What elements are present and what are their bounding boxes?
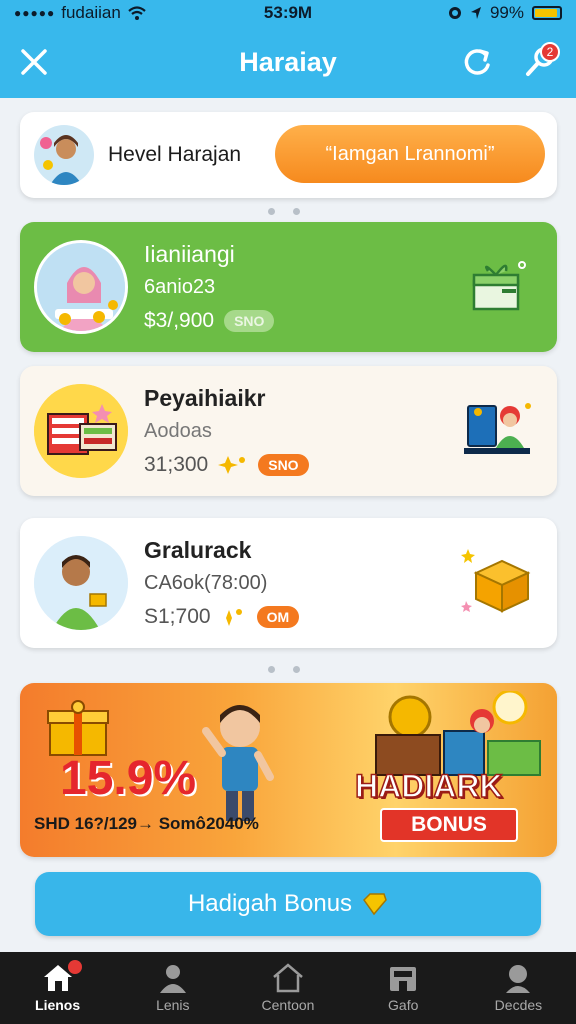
nav-item-account[interactable]: Decdes <box>461 952 576 1024</box>
offer-price: 31;300 <box>144 453 209 476</box>
account-icon <box>506 965 531 993</box>
banner-headline: HADIARK <box>354 767 503 805</box>
offer-avatar <box>34 384 128 478</box>
nav-item-store[interactable]: Gafo <box>346 952 461 1024</box>
treasure-illustration <box>375 691 541 776</box>
bottom-nav: Lienos Lenis Centoon Gafo Decdes <box>0 952 576 1024</box>
boy-illustration <box>202 705 274 821</box>
signal-icon: ●●●●● <box>14 6 56 20</box>
offer-card[interactable]: Gralurack CA6ok(78:00) S1;700 OM <box>20 518 557 648</box>
divider-dots <box>268 666 300 673</box>
avatar <box>34 125 94 185</box>
promo-text: SHD 16?/129→ Somô2040% <box>34 814 259 833</box>
battery-percent: 99% <box>489 3 524 22</box>
offer-avatar <box>34 536 128 630</box>
carrier-name: fudaiian <box>61 3 121 22</box>
profile-card: Hevel Harajan “Iamgan Lrannomi” <box>20 112 557 198</box>
close-icon <box>21 49 47 75</box>
notification-badge: 2 <box>540 42 560 62</box>
offer-tag: SNO <box>258 454 309 476</box>
sparkle-icon <box>218 456 246 474</box>
house-outline-icon <box>273 963 303 993</box>
nav-label: Lienos <box>35 997 81 1013</box>
offer-subtitle: Aodoas <box>144 420 212 442</box>
offer-price: $3/,900 <box>144 309 215 332</box>
status-bar: ●●●●● fudaiian 53:9M 99% <box>0 0 576 26</box>
nav-label: Gafo <box>388 997 419 1013</box>
app-header: Haraiay 2 <box>0 26 576 98</box>
location-icon <box>470 7 481 19</box>
nav-item-center[interactable]: Centoon <box>230 952 345 1024</box>
offer-avatar <box>34 240 128 334</box>
bonus-tag: BONUS <box>380 808 518 842</box>
alarm-icon <box>448 7 461 19</box>
page-title: Haraiay <box>239 46 337 77</box>
coin-box-icon <box>453 538 543 628</box>
refresh-icon <box>464 49 490 75</box>
offer-tag: SNO <box>224 310 275 332</box>
offer-name: Iianiiangi <box>144 241 235 267</box>
close-button[interactable] <box>12 40 56 84</box>
discount-percent: 15.9% <box>60 752 197 805</box>
gem-icon <box>363 893 387 916</box>
gift-icon <box>453 242 543 332</box>
offer-subtitle: 6anio23 <box>144 276 216 298</box>
search-button[interactable]: 2 <box>518 40 562 84</box>
nav-label: Decdes <box>494 997 543 1013</box>
bonus-button[interactable]: Hadigah Bonus <box>35 872 541 936</box>
nav-badge <box>68 960 82 974</box>
offer-subtitle: CA6ok(78:00) <box>144 572 268 594</box>
gift-box-icon <box>47 700 109 756</box>
laptop-user-icon <box>453 386 543 476</box>
offer-name: Peyaihiaikr <box>144 385 266 411</box>
divider-dots <box>268 208 300 215</box>
sparkle-icon <box>225 609 242 626</box>
nav-label: Lenis <box>156 997 190 1013</box>
offer-card[interactable]: Iianiiangi 6anio23 $3/,900 SNO <box>20 222 557 352</box>
refresh-button[interactable] <box>455 40 499 84</box>
offer-tag: OM <box>256 606 300 628</box>
profile-action-button[interactable]: “Iamgan Lrannomi” <box>275 125 545 183</box>
battery-icon <box>532 6 562 20</box>
person-icon <box>159 965 186 993</box>
store-icon <box>390 967 417 991</box>
nav-label: Centoon <box>261 997 315 1013</box>
profile-name: Hevel Harajan <box>108 143 242 166</box>
bonus-button-label: Hadigah Bonus <box>187 890 353 917</box>
offer-name: Gralurack <box>144 537 252 563</box>
offer-card[interactable]: Peyaihiaikr Aodoas 31;300 SNO <box>20 366 557 496</box>
nav-item-home[interactable]: Lienos <box>0 952 115 1024</box>
nav-item-profile[interactable]: Lenis <box>115 952 230 1024</box>
wifi-icon <box>128 6 146 20</box>
offer-price: S1;700 <box>144 605 211 628</box>
promo-banner[interactable]: 15.9% SHD 16?/129→ Somô2040% HADIARK BON… <box>20 683 557 857</box>
